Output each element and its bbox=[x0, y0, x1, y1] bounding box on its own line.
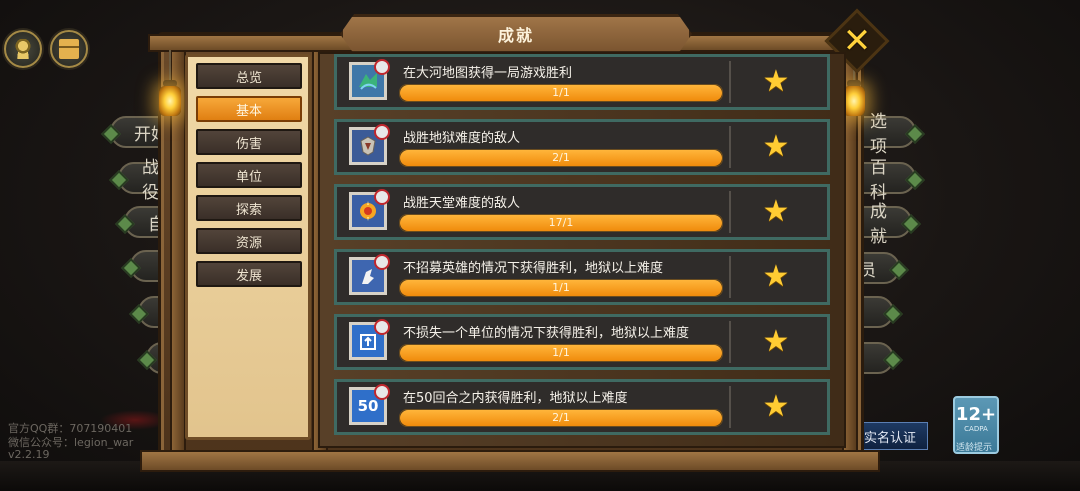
progress-bar: 2/1 bbox=[399, 149, 723, 167]
achievement-row: 在大河地图获得一局游戏胜利 1/1 ★ bbox=[334, 54, 830, 110]
category-development-button[interactable]: 发展 bbox=[196, 261, 302, 287]
star-icon[interactable]: ★ bbox=[759, 390, 793, 424]
category-label: 探索 bbox=[235, 202, 262, 218]
age-rating-caption: 适龄提示 bbox=[955, 443, 992, 453]
category-exploration-button[interactable]: 探索 bbox=[196, 195, 302, 221]
category-label: 伤害 bbox=[235, 136, 262, 152]
turn-50-icon: 50 bbox=[349, 384, 390, 425]
category-label: 资源 bbox=[235, 235, 262, 251]
category-units-button[interactable]: 单位 bbox=[196, 162, 302, 188]
progress-label: 2/1 bbox=[552, 151, 570, 164]
achievement-title: 在大河地图获得一局游戏胜利 bbox=[403, 66, 573, 81]
achievement-row: 50 在50回合之内获得胜利，地狱以上难度 2/1 ★ bbox=[334, 379, 830, 435]
star-icon[interactable]: ★ bbox=[759, 195, 793, 229]
progress-bar: 1/1 bbox=[399, 344, 723, 362]
category-damage-button[interactable]: 伤害 bbox=[196, 129, 302, 155]
progress-label: 1/1 bbox=[552, 346, 570, 359]
achievement-row: 不损失一个单位的情况下获得胜利，地狱以上难度 1/1 ★ bbox=[334, 314, 830, 370]
category-label: 单位 bbox=[235, 169, 262, 185]
progress-label: 2/1 bbox=[552, 411, 570, 424]
shop-button[interactable] bbox=[50, 30, 88, 68]
category-label: 总览 bbox=[235, 70, 262, 86]
hell-crest-icon bbox=[349, 124, 390, 165]
progress-label: 1/1 bbox=[552, 281, 570, 294]
shop-icon bbox=[59, 39, 79, 59]
profile-button[interactable] bbox=[4, 30, 42, 68]
heaven-crest-icon bbox=[349, 189, 390, 230]
achievement-title: 不损失一个单位的情况下获得胜利，地狱以上难度 bbox=[403, 326, 690, 341]
version-text: v2.2.19 bbox=[8, 448, 50, 461]
achievement-title: 不招募英雄的情况下获得胜利，地狱以上难度 bbox=[403, 261, 664, 276]
category-label: 基本 bbox=[235, 103, 262, 119]
no-loss-icon bbox=[349, 319, 390, 360]
progress-bar: 1/1 bbox=[399, 279, 723, 297]
category-resources-button[interactable]: 资源 bbox=[196, 228, 302, 254]
star-icon[interactable]: ★ bbox=[759, 325, 793, 359]
category-sidebar: 总览 基本 伤害 单位 探索 资源 发展 bbox=[185, 54, 311, 440]
progress-bar: 17/1 bbox=[399, 214, 723, 232]
progress-bar: 1/1 bbox=[399, 84, 723, 102]
menu-options-label: 选项 bbox=[870, 112, 887, 157]
panel-title: 成就 bbox=[340, 14, 692, 54]
menu-achievements-label: 成就 bbox=[870, 202, 887, 247]
map-icon bbox=[349, 59, 390, 100]
progress-bar: 2/1 bbox=[399, 409, 723, 427]
no-hero-icon bbox=[349, 254, 390, 295]
progress-label: 1/1 bbox=[552, 86, 570, 99]
age-rating-label: 12+ bbox=[955, 404, 997, 425]
achievement-row: 战胜天堂难度的敌人 17/1 ★ bbox=[334, 184, 830, 240]
category-basic-button[interactable]: 基本 bbox=[196, 96, 302, 122]
category-overview-button[interactable]: 总览 bbox=[196, 63, 302, 89]
achievement-title: 在50回合之内获得胜利，地狱以上难度 bbox=[403, 391, 628, 406]
star-icon[interactable]: ★ bbox=[759, 130, 793, 164]
achievement-title: 战胜天堂难度的敌人 bbox=[403, 196, 521, 211]
panel-beam-bottom bbox=[140, 450, 880, 472]
menu-encyclopedia-label: 百科 bbox=[870, 158, 887, 203]
progress-label: 17/1 bbox=[548, 216, 574, 229]
profile-icon bbox=[13, 39, 33, 59]
lantern-icon bbox=[157, 50, 183, 120]
achievement-title: 战胜地狱难度的敌人 bbox=[403, 131, 521, 146]
category-label: 发展 bbox=[235, 268, 262, 284]
achievement-row: 战胜地狱难度的敌人 2/1 ★ bbox=[334, 119, 830, 175]
star-icon[interactable]: ★ bbox=[759, 65, 793, 99]
star-icon[interactable]: ★ bbox=[759, 260, 793, 294]
achievement-row: 不招募英雄的情况下获得胜利，地狱以上难度 1/1 ★ bbox=[334, 249, 830, 305]
age-rating-org: CADPA bbox=[964, 425, 988, 433]
